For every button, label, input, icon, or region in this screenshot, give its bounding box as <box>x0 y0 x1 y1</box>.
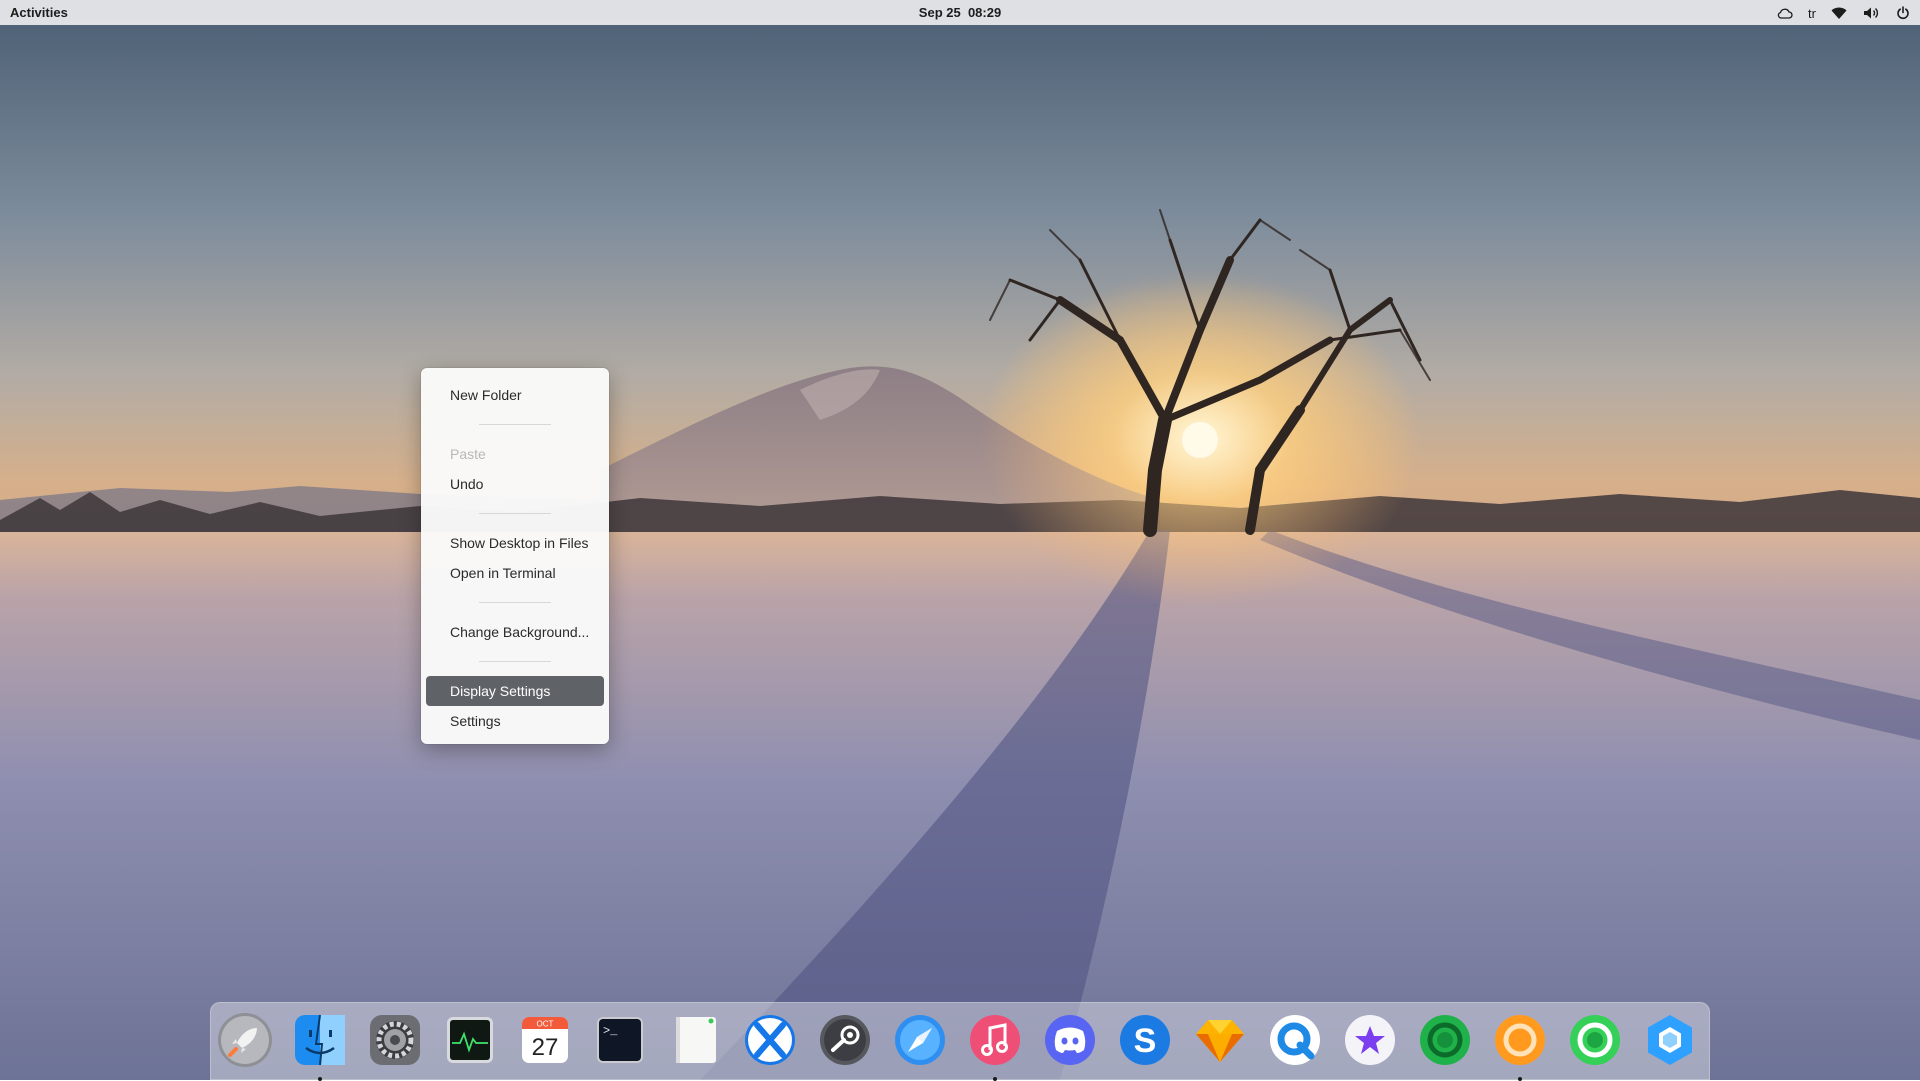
menu-item-show-desktop-in-files[interactable]: Show Desktop in Files <box>426 528 604 558</box>
dock-item-finder[interactable] <box>290 1010 350 1081</box>
green-chat-icon <box>1420 1015 1470 1065</box>
discord-icon <box>1045 1015 1095 1065</box>
music-icon <box>970 1015 1020 1065</box>
dock-item-steam[interactable] <box>815 1010 875 1070</box>
clock: Sep 25 08:29 <box>0 5 1920 20</box>
calendar-day: 27 <box>532 1034 559 1061</box>
running-indicator <box>1518 1077 1522 1081</box>
skype-icon: S <box>1120 1015 1170 1065</box>
menu-item-display-settings[interactable]: Display Settings <box>426 676 604 706</box>
menu-item-open-in-terminal[interactable]: Open in Terminal <box>426 558 604 588</box>
volume-icon[interactable] <box>1862 4 1880 22</box>
terminal-icon: >_ <box>597 1017 643 1063</box>
terminal-prompt: >_ <box>603 1024 618 1038</box>
wifi-icon[interactable] <box>1830 4 1848 22</box>
calendar-icon: OCT 27 <box>522 1017 568 1063</box>
clock-time: 08:29 <box>967 5 1002 20</box>
dock-item-sketch[interactable] <box>1190 1010 1250 1070</box>
dock-item-text-editor[interactable] <box>665 1010 725 1070</box>
dock: OCT 27 >_ S <box>210 1002 1710 1081</box>
cloud-icon[interactable] <box>1776 4 1794 22</box>
desktop-background[interactable] <box>0 0 1920 1080</box>
menu-item-undo[interactable]: Undo <box>426 469 604 499</box>
running-indicator <box>318 1077 322 1081</box>
menu-item-change-background[interactable]: Change Background... <box>426 617 604 647</box>
dock-item-blue-hexagon[interactable] <box>1640 1010 1700 1070</box>
dock-item-skype[interactable]: S <box>1115 1010 1175 1070</box>
top-bar: Activities Sep 25 08:29 tr <box>0 0 1920 25</box>
menu-separator <box>479 661 551 662</box>
green-ring-icon <box>1570 1015 1620 1065</box>
dock-item-music[interactable] <box>965 1010 1025 1081</box>
star-app-icon <box>1345 1015 1395 1065</box>
blue-hexagon-icon <box>1648 1015 1692 1065</box>
power-icon[interactable] <box>1894 4 1912 22</box>
wallpaper-scenery <box>0 209 1920 1080</box>
dock-item-green-chat[interactable] <box>1415 1010 1475 1070</box>
activity-monitor-icon <box>447 1017 493 1063</box>
launchpad-rocket-icon <box>218 1013 272 1067</box>
steam-icon <box>820 1015 870 1065</box>
text-editor-icon <box>676 1017 716 1063</box>
svg-text:S: S <box>1134 1022 1157 1060</box>
running-indicator <box>993 1077 997 1081</box>
menu-separator <box>479 602 551 603</box>
dock-item-launchpad[interactable] <box>215 1010 275 1070</box>
sketch-diamond-icon <box>1196 1020 1244 1062</box>
dock-item-q-search[interactable] <box>1265 1010 1325 1070</box>
q-search-icon <box>1270 1015 1320 1065</box>
dock-item-x-app[interactable] <box>740 1010 800 1070</box>
x-app-icon <box>745 1015 795 1065</box>
dock-item-safari[interactable] <box>890 1010 950 1070</box>
desktop-context-menu: New Folder Paste Undo Show Desktop in Fi… <box>421 368 609 744</box>
menu-separator <box>479 513 551 514</box>
dock-item-orange-ring[interactable] <box>1490 1010 1550 1081</box>
clock-date: Sep 25 <box>918 5 961 20</box>
system-settings-gear-icon <box>370 1015 420 1065</box>
dock-item-calendar[interactable]: OCT 27 <box>515 1010 575 1070</box>
orange-ring-icon <box>1495 1015 1545 1065</box>
safari-compass-icon <box>895 1015 945 1065</box>
dock-item-star-app[interactable] <box>1340 1010 1400 1070</box>
keyboard-layout-indicator[interactable]: tr <box>1808 6 1816 21</box>
dock-item-system-settings[interactable] <box>365 1010 425 1070</box>
menu-item-settings[interactable]: Settings <box>426 706 604 736</box>
menu-item-new-folder[interactable]: New Folder <box>426 380 604 410</box>
activities-button[interactable]: Activities <box>10 5 68 20</box>
calendar-month: OCT <box>537 1020 554 1029</box>
system-tray[interactable]: tr <box>1776 3 1912 23</box>
clock-button[interactable]: Sep 25 08:29 <box>919 5 1001 20</box>
dock-item-activity-monitor[interactable] <box>440 1010 500 1070</box>
menu-item-paste: Paste <box>450 446 486 462</box>
dock-item-green-ring[interactable] <box>1565 1010 1625 1070</box>
menu-separator <box>479 424 551 425</box>
dock-item-terminal[interactable]: >_ <box>590 1010 650 1070</box>
dock-item-discord[interactable] <box>1040 1010 1100 1070</box>
finder-files-icon <box>295 1014 345 1066</box>
